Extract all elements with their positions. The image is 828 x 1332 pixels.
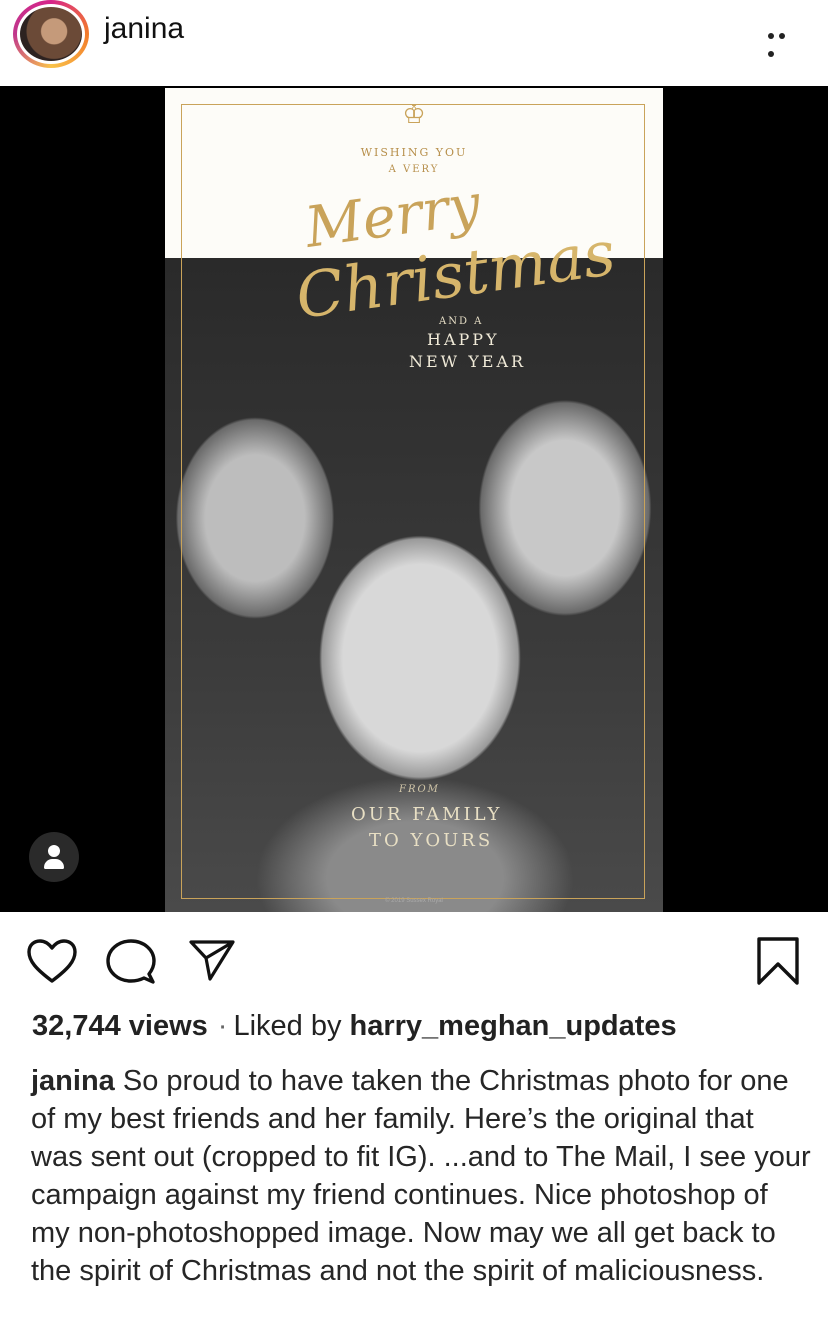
post-actions xyxy=(0,912,828,1008)
christmas-card: ♔ WISHING YOU A VERY Merry Christmas AND… xyxy=(165,88,663,912)
tagged-people-button[interactable] xyxy=(29,832,79,882)
heart-icon[interactable] xyxy=(26,938,78,984)
avatar[interactable] xyxy=(17,4,85,64)
bookmark-icon[interactable] xyxy=(756,936,800,986)
crest-icon: ♔ xyxy=(402,100,426,130)
card-text-new-year: NEW YEAR xyxy=(409,352,527,371)
person-icon-head xyxy=(48,845,60,857)
card-text-and-a: AND A xyxy=(439,316,484,327)
post-image[interactable]: ♔ WISHING YOU A VERY Merry Christmas AND… xyxy=(0,86,828,912)
card-text-a-very: A VERY xyxy=(388,164,440,175)
caption-text: So proud to have taken the Christmas pho… xyxy=(31,1065,811,1287)
caption-username[interactable]: janina xyxy=(31,1065,115,1097)
card-text-our-family: OUR FAMILY xyxy=(351,804,503,825)
person-icon-body xyxy=(44,859,64,869)
post-username[interactable]: janina xyxy=(104,12,184,46)
post-caption: janina So proud to have taken the Christ… xyxy=(31,1062,811,1290)
comment-icon[interactable] xyxy=(106,938,156,986)
card-text-happy: HAPPY xyxy=(427,330,500,349)
card-copyright: © 2019 Sussex Royal xyxy=(385,898,443,904)
paper-plane-icon[interactable] xyxy=(188,938,236,982)
post-header: janina xyxy=(0,0,828,86)
card-text-from: FROM xyxy=(399,784,440,795)
liked-by-prefix: Liked by xyxy=(233,1010,342,1042)
avatar-story-ring[interactable] xyxy=(13,0,89,68)
stats-separator: · xyxy=(217,1010,228,1042)
post-stats: 32,744 views · Liked by harry_meghan_updat… xyxy=(32,1010,677,1043)
card-text-to-yours: TO YOURS xyxy=(369,830,494,851)
more-options-icon[interactable] xyxy=(768,26,800,57)
card-text-wishing: WISHING YOU xyxy=(360,146,468,159)
liked-by-username[interactable]: harry_meghan_updates xyxy=(350,1010,677,1042)
views-count[interactable]: 32,744 views xyxy=(32,1010,208,1042)
